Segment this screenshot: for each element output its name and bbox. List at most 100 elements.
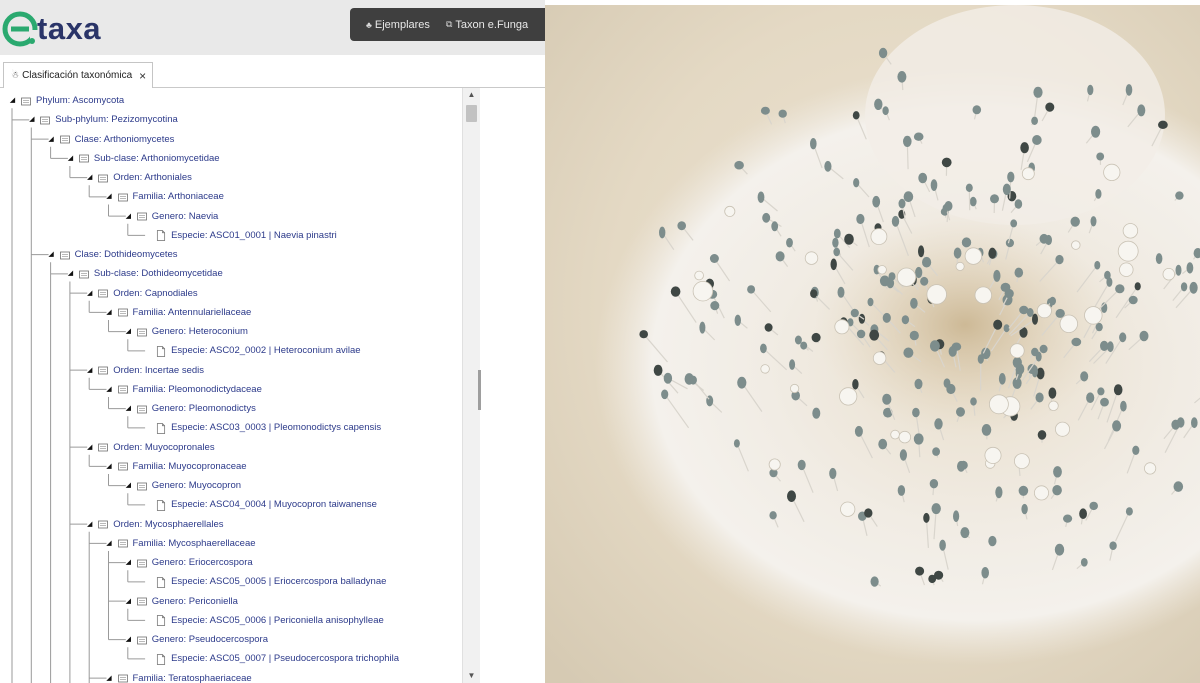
- tree-node-species[interactable]: Especie: ASC03_0003 | Pleomonodictys cap…: [143, 418, 381, 437]
- conidial-head: [856, 329, 866, 339]
- expand-toggle-icon[interactable]: ◢: [85, 443, 94, 452]
- conidial-head: [1049, 296, 1056, 306]
- tree-node[interactable]: ◢ Orden: Arthoniales: [85, 168, 192, 187]
- nav-taxon-efunga-label: Taxon e.Funga: [455, 18, 529, 31]
- conidial-head: [1094, 260, 1101, 270]
- expand-toggle-icon[interactable]: ◢: [105, 192, 114, 201]
- conidial-head: [918, 245, 925, 258]
- expand-toggle-icon[interactable]: ◢: [124, 404, 133, 413]
- folder-icon: [136, 596, 147, 606]
- conidial-head: [886, 278, 895, 289]
- tree-node[interactable]: ◢ Orden: Mycosphaerellales: [85, 515, 224, 534]
- tree-node[interactable]: ◢ Familia: Antennulariellaceae: [105, 303, 251, 322]
- tree-node[interactable]: ◢ Clase: Arthoniomycetes: [47, 130, 174, 149]
- tree-node[interactable]: ◢ Genero: Naevia: [124, 207, 219, 226]
- expand-toggle-icon[interactable]: ◢: [27, 115, 36, 124]
- tree-node[interactable]: ◢ Genero: Muyocopron: [124, 476, 241, 495]
- expand-toggle-icon[interactable]: ◢: [105, 308, 114, 317]
- nav-ejemplares-button[interactable]: ♣ Ejemplares: [350, 8, 430, 41]
- expand-toggle-icon[interactable]: ◢: [124, 327, 133, 336]
- expand-toggle-icon[interactable]: ◢: [124, 597, 133, 606]
- expand-toggle-icon[interactable]: ◢: [124, 558, 133, 567]
- leaf-spacer: [143, 423, 152, 432]
- tree-node[interactable]: ◢ Orden: Muyocopronales: [85, 438, 215, 457]
- tree-node-species[interactable]: Especie: ASC05_0006 | Periconiella aniso…: [143, 611, 384, 630]
- tree-node-label: Clase: Dothideomycetes: [74, 249, 178, 260]
- tree-node-label: Orden: Incertae sedis: [113, 364, 205, 376]
- conidial-head: [872, 195, 881, 208]
- tree-node[interactable]: ◢ Genero: Periconiella: [124, 592, 238, 611]
- tab-clasificacion-taxonomica[interactable]: ☃ Clasificación taxonómica ×: [3, 62, 153, 89]
- tree-node[interactable]: ◢ Sub-clase: Dothideomycetidae: [66, 264, 223, 283]
- tree-node[interactable]: ◢ Sub-clase: Arthoniomycetidae: [66, 149, 220, 168]
- expand-toggle-icon[interactable]: ◢: [105, 462, 114, 471]
- tree-node-species[interactable]: Especie: ASC02_0002 | Heteroconium avila…: [143, 341, 361, 360]
- conidial-head: [1086, 392, 1095, 404]
- expand-toggle-icon[interactable]: ◢: [105, 385, 114, 394]
- conidial-head: [1033, 86, 1043, 98]
- etaxa-logo[interactable]: taxa: [2, 10, 101, 48]
- expand-toggle-icon[interactable]: ◢: [124, 481, 133, 490]
- expand-toggle-icon[interactable]: ◢: [85, 173, 94, 182]
- expand-toggle-icon[interactable]: ◢: [105, 674, 114, 683]
- tree-node-species[interactable]: Especie: ASC04_0004 | Muyocopron taiwane…: [143, 495, 377, 514]
- scroll-down-icon[interactable]: ▼: [463, 669, 480, 683]
- tree-node-label: Genero: Pseudocercospora: [151, 634, 268, 645]
- expand-toggle-icon[interactable]: ◢: [85, 289, 94, 298]
- expand-toggle-icon[interactable]: ◢: [85, 366, 94, 375]
- conidial-head: [1080, 371, 1089, 382]
- scrollbar-thumb[interactable]: [466, 105, 477, 122]
- conidial-head: [778, 109, 787, 118]
- nav-taxon-efunga-button[interactable]: ⧉ Taxon e.Funga: [430, 8, 528, 41]
- tree-node[interactable]: ◢ Familia: Arthoniaceae: [105, 187, 224, 206]
- folder-icon: [136, 481, 147, 491]
- tree-node[interactable]: ◢ Clase: Dothideomycetes: [47, 245, 178, 264]
- document-icon: [156, 230, 166, 242]
- conidial-head: [1095, 322, 1103, 332]
- expand-toggle-icon[interactable]: ◢: [47, 250, 56, 259]
- conidial-head: [869, 329, 880, 341]
- tree-node-label: Genero: Pleomonodictys: [151, 403, 256, 414]
- tree-node-label: Sub-phylum: Pezizomycotina: [55, 114, 178, 126]
- leaf-spacer: [143, 577, 152, 586]
- expand-toggle-icon[interactable]: ◢: [85, 520, 94, 529]
- conidial-head: [867, 297, 874, 307]
- expand-toggle-icon[interactable]: ◢: [66, 269, 75, 278]
- tree-node[interactable]: ◢ Genero: Heteroconium: [124, 322, 248, 341]
- exudate-droplet: [1117, 240, 1139, 262]
- tree-node[interactable]: ◢ Familia: Pleomonodictydaceae: [105, 380, 262, 399]
- expand-toggle-icon[interactable]: ◢: [124, 212, 133, 221]
- close-icon[interactable]: ×: [139, 69, 146, 83]
- tab-label: Clasificación taxonómica: [22, 70, 133, 81]
- conidial-head: [1125, 84, 1133, 96]
- tree-node[interactable]: ◢ Orden: Incertae sedis: [85, 361, 204, 380]
- conidial-head: [1055, 254, 1064, 265]
- conidial-head: [797, 459, 806, 471]
- tree-node[interactable]: ◢ Familia: Muyocopronaceae: [105, 457, 246, 476]
- scroll-up-icon[interactable]: ▲: [463, 88, 480, 102]
- tree-node[interactable]: ◢ Phylum: Ascomycota: [8, 91, 124, 110]
- expand-toggle-icon[interactable]: ◢: [47, 135, 56, 144]
- conidial-head: [1087, 84, 1094, 96]
- expand-toggle-icon[interactable]: ◢: [124, 635, 133, 644]
- conidial-head: [1191, 417, 1198, 429]
- expand-toggle-icon[interactable]: ◢: [8, 96, 17, 105]
- tree-node[interactable]: ◢ Familia: Mycosphaerellaceae: [105, 534, 255, 553]
- conidial-head: [915, 566, 925, 576]
- conidial-head: [1175, 264, 1182, 276]
- tree-node[interactable]: ◢ Genero: Pleomonodictys: [124, 399, 256, 418]
- tree-node[interactable]: ◢ Genero: Eriocercospora: [124, 553, 253, 572]
- expand-toggle-icon[interactable]: ◢: [105, 539, 114, 548]
- conidial-head: [1071, 337, 1082, 347]
- tree-node-species[interactable]: Especie: ASC01_0001 | Naevia pinastri: [143, 226, 337, 245]
- panel-resize-handle[interactable]: [478, 370, 481, 410]
- conidial-head: [988, 535, 997, 547]
- tree-node[interactable]: ◢ Orden: Capnodiales: [85, 284, 198, 303]
- tree-node[interactable]: ◢ Familia: Teratosphaeriaceae: [105, 669, 251, 683]
- expand-toggle-icon[interactable]: ◢: [66, 154, 75, 163]
- tree-node-species[interactable]: Especie: ASC05_0005 | Eriocercospora bal…: [143, 572, 386, 591]
- tree-node[interactable]: ◢ Sub-phylum: Pezizomycotina: [27, 110, 178, 129]
- tree-node[interactable]: ◢ Genero: Pseudocercospora: [124, 630, 268, 649]
- conidial-head: [762, 212, 771, 223]
- tree-node-species[interactable]: Especie: ASC05_0007 | Pseudocercospora t…: [143, 649, 399, 668]
